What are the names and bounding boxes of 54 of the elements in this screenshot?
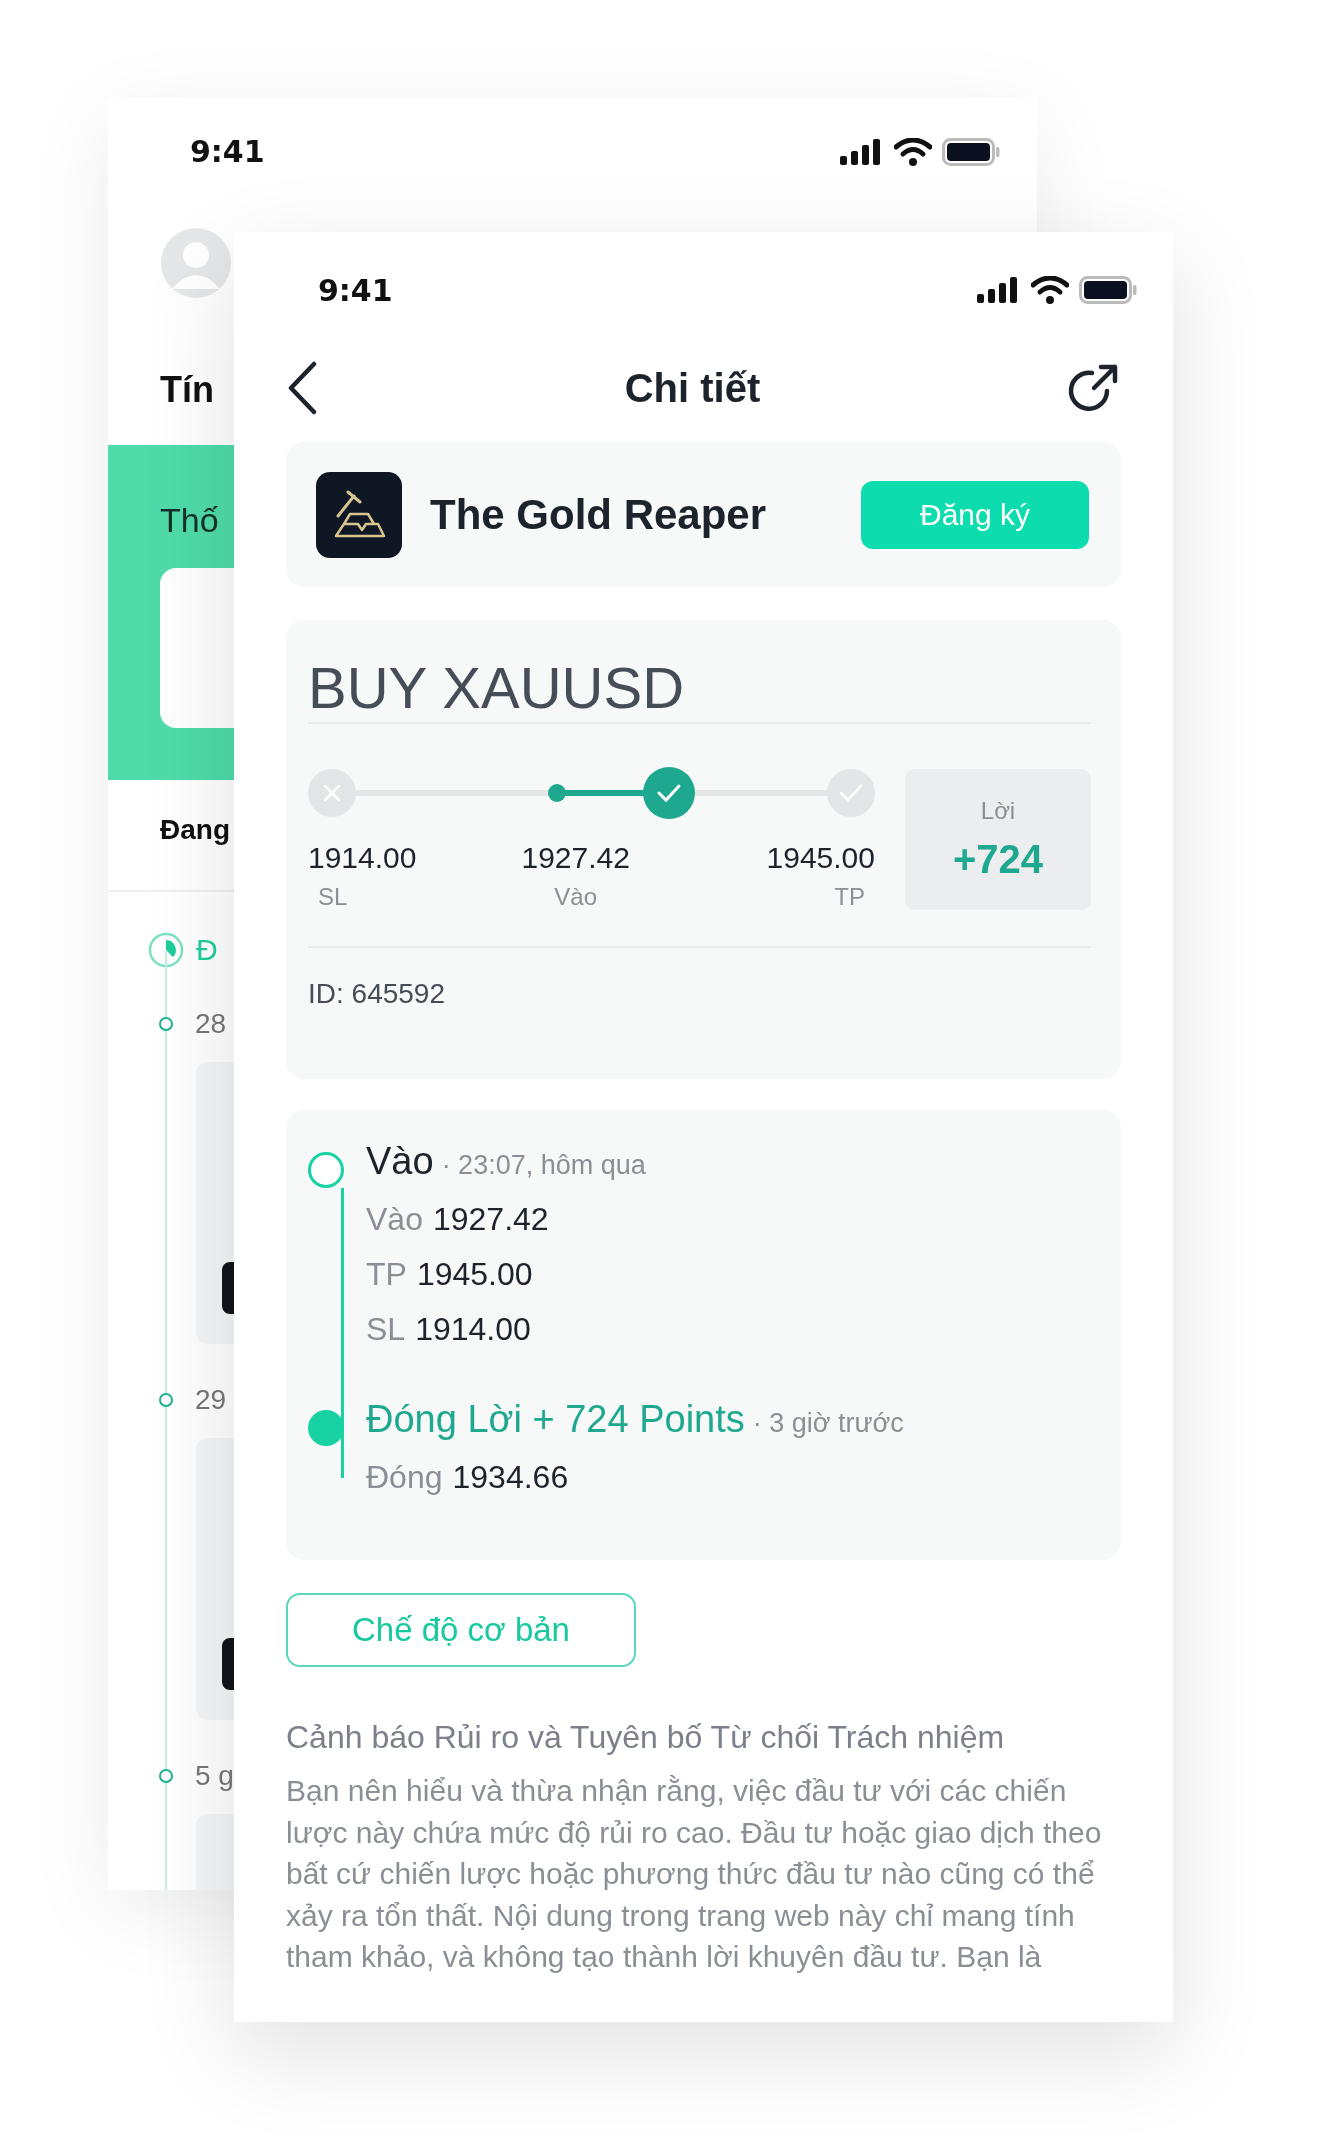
close-icon <box>322 783 342 803</box>
event-time: · 23:07, hôm qua <box>441 1150 646 1181</box>
field-value: 1945.00 <box>416 1256 533 1293</box>
event-time: · 3 giờ trước <box>752 1408 904 1439</box>
event-title: Vào <box>366 1140 434 1183</box>
price-label: SL <box>317 883 349 911</box>
trade-id: ID: 645592 <box>308 978 446 1010</box>
check-icon <box>656 783 683 803</box>
check-icon <box>838 783 864 803</box>
banner-title: Thố <box>160 501 219 540</box>
timeline-header: Đ <box>196 933 218 967</box>
section-title: Đang <box>160 814 230 846</box>
trade-title: BUY XAUUSD <box>308 654 686 722</box>
card-button[interactable] <box>222 1638 234 1690</box>
basic-mode-button[interactable]: Chế độ cơ bản <box>286 1593 636 1667</box>
timeline-dot <box>159 1017 173 1031</box>
clock-icon <box>148 932 184 968</box>
price-value: 1914.00 <box>308 841 417 875</box>
price-value: 1927.42 <box>521 841 630 875</box>
disclaimer-text: Bạn nên hiểu và thừa nhận rằng, việc đầu tư với các chiến lược này chứa mức độ rủi ro cao. Đầu tư hoặc giao dịch theo bất cứ chiến lược hoặc phương thức đầu tư nào cũng có thể xảy ra tổn thất. Nội dung trong trang web này chỉ mang tính tham khảo, và không tạo thành lời khuyên đầu tư. Bạn là <box>286 1773 1103 1975</box>
subscribe-button[interactable]: Đăng ký <box>861 480 1089 549</box>
battery-icon <box>942 137 1000 166</box>
back-button[interactable] <box>286 361 318 415</box>
field-value: 1914.00 <box>415 1311 531 1348</box>
date-label: 28 <box>195 1008 227 1040</box>
price-label: Vào <box>553 883 599 911</box>
battery-icon <box>1079 276 1137 304</box>
entry-marker <box>547 784 566 802</box>
field-label: Đóng <box>366 1459 443 1496</box>
provider-name: The Gold Reaper <box>430 490 768 539</box>
card-button[interactable] <box>222 1262 234 1314</box>
timeline-dot <box>159 1393 173 1407</box>
price-label: TP <box>833 883 866 911</box>
status-time: 9:41 <box>318 272 393 308</box>
disclaimer-title: Cảnh báo Rủi ro và Tuyên bố Từ chối Trách nhiệm <box>286 1719 1006 1756</box>
timeline-dot <box>159 1769 173 1783</box>
avatar-icon <box>160 227 232 299</box>
status-time: 9:41 <box>190 134 265 169</box>
wifi-icon <box>1031 276 1069 304</box>
date-label: 29 <box>195 1384 227 1416</box>
price-value: 1945.00 <box>766 841 875 875</box>
field-label: Vào <box>366 1201 423 1238</box>
profit-value: +724 <box>952 836 1044 882</box>
wifi-icon <box>894 137 932 166</box>
profit-label: Lời <box>980 796 1016 825</box>
event-title: Đóng Lời + 724 Points <box>366 1398 745 1441</box>
screen-title: Chi tiết <box>624 365 761 411</box>
field-value: 1934.66 <box>452 1459 569 1496</box>
open-node <box>308 1152 344 1188</box>
field-label: TP <box>366 1256 407 1293</box>
date-label: 5 g <box>195 1760 234 1792</box>
field-value: 1927.42 <box>432 1201 549 1238</box>
screen-title: Tín <box>160 369 214 411</box>
field-label: SL <box>366 1311 406 1348</box>
